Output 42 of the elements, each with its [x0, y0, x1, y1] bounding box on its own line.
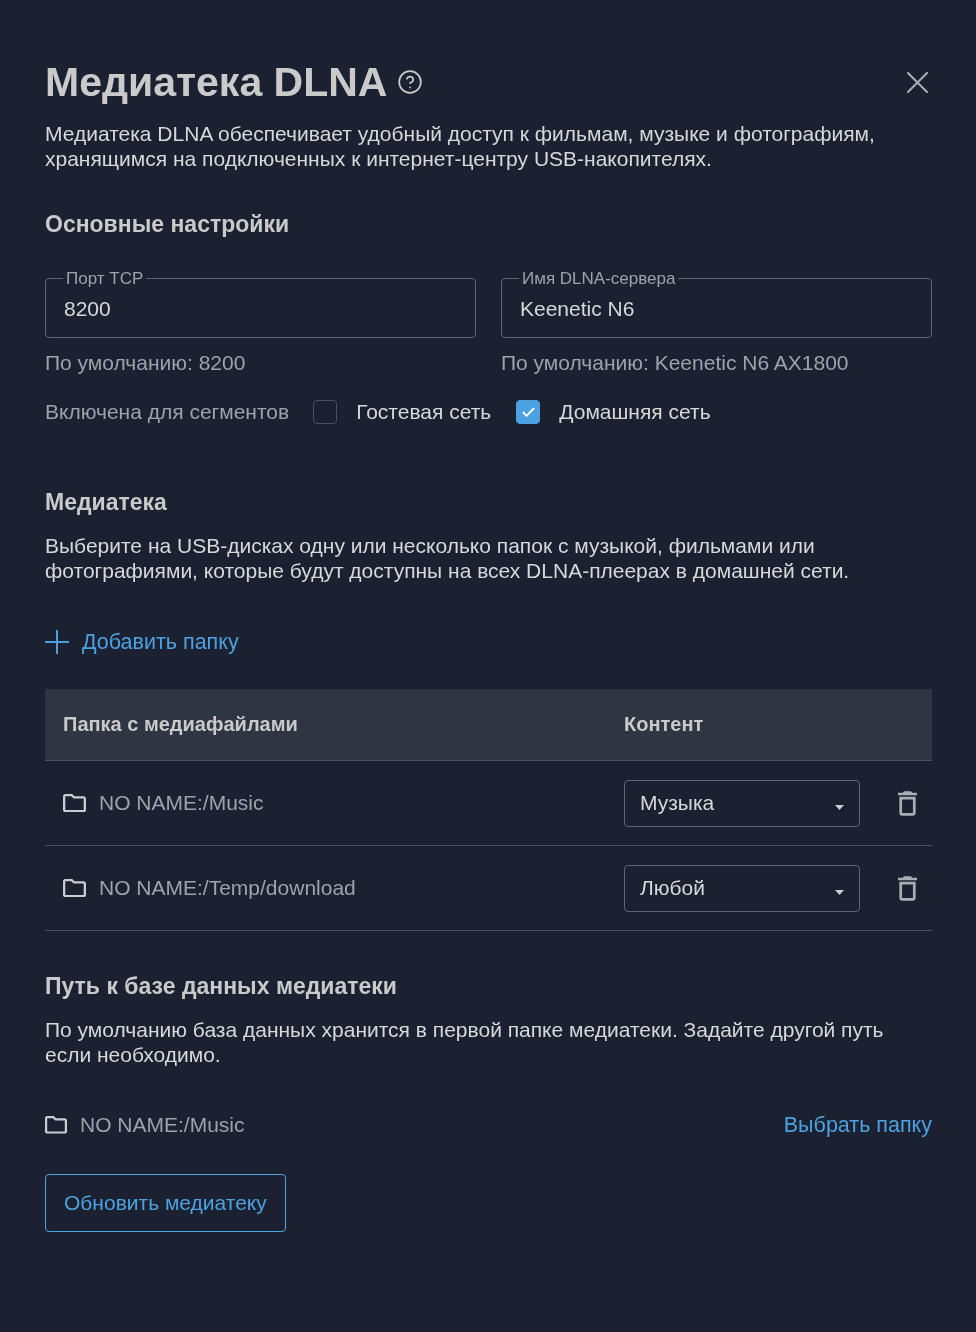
close-button[interactable]: [907, 71, 928, 93]
delete-button[interactable]: [898, 790, 917, 816]
column-header: Папка с медиафайлами: [63, 713, 298, 736]
segments-label: Включена для сегментов: [45, 400, 290, 424]
section-heading: Медиатека: [45, 488, 168, 516]
field-hint: По умолчанию: Keenetic N6 AX1800: [501, 351, 849, 375]
checkbox-label[interactable]: Домашняя сеть: [559, 400, 711, 424]
check-icon: [521, 407, 535, 417]
folder-icon: [63, 793, 86, 813]
field-label: Имя DLNA-сервера: [521, 269, 677, 288]
section-description: Выберите на USB-дисках одну или несколько папок с музыкой, фильмами или фотографиями, которые будут доступны на всех DLNA-плеерах в домашней сети.: [45, 533, 851, 583]
dialog-title: Медиатека DLNA: [45, 58, 388, 106]
help-icon[interactable]: [397, 69, 424, 95]
caret-icon: [835, 804, 844, 810]
close-icon: [907, 71, 928, 93]
plus-icon: [45, 630, 69, 654]
section-heading: Основные настройки: [45, 210, 291, 238]
trash-icon: [898, 790, 917, 816]
caret-icon: [835, 889, 844, 895]
text-field[interactable]: Имя DLNA-сервера Keenetic N6: [501, 269, 932, 338]
section-heading: Путь к базе данных медиатеки: [45, 972, 398, 1000]
refresh-button[interactable]: Обновить медиатеку: [45, 1174, 286, 1232]
content-select[interactable]: Любой: [624, 864, 860, 912]
field-hint: По умолчанию: 8200: [45, 351, 246, 375]
database-path: NO NAME:/Music: [80, 1113, 245, 1137]
checkbox-label[interactable]: Гостевая сеть: [356, 400, 492, 424]
folder-path: NO NAME:/Temp/download: [99, 876, 356, 900]
checkbox[interactable]: [313, 400, 338, 424]
content-select[interactable]: Музыка: [624, 779, 860, 827]
dialog-description: Медиатека DLNA обеспечивает удобный доступ к фильмам, музыке и фотографиям, хранящимся на подключенных к интернет-центру USB-накопителях.: [45, 121, 876, 171]
field-label: Порт TCP: [65, 269, 145, 288]
folder-path: NO NAME:/Music: [99, 791, 264, 815]
column-header: Контент: [624, 713, 704, 736]
trash-icon: [898, 875, 917, 901]
add-folder-button[interactable]: Добавить папку: [45, 628, 239, 656]
folder-icon: [45, 1116, 67, 1134]
folder-icon: [63, 878, 86, 898]
checkbox[interactable]: [516, 400, 541, 424]
section-description: По умолчанию база данных хранится в первой папке медиатеки. Задайте другой путь если необходимо.: [45, 1017, 885, 1067]
text-field[interactable]: Порт TCP 8200: [45, 269, 476, 338]
choose-folder-link[interactable]: Выбрать папку: [783, 1112, 932, 1138]
delete-button[interactable]: [898, 875, 917, 901]
